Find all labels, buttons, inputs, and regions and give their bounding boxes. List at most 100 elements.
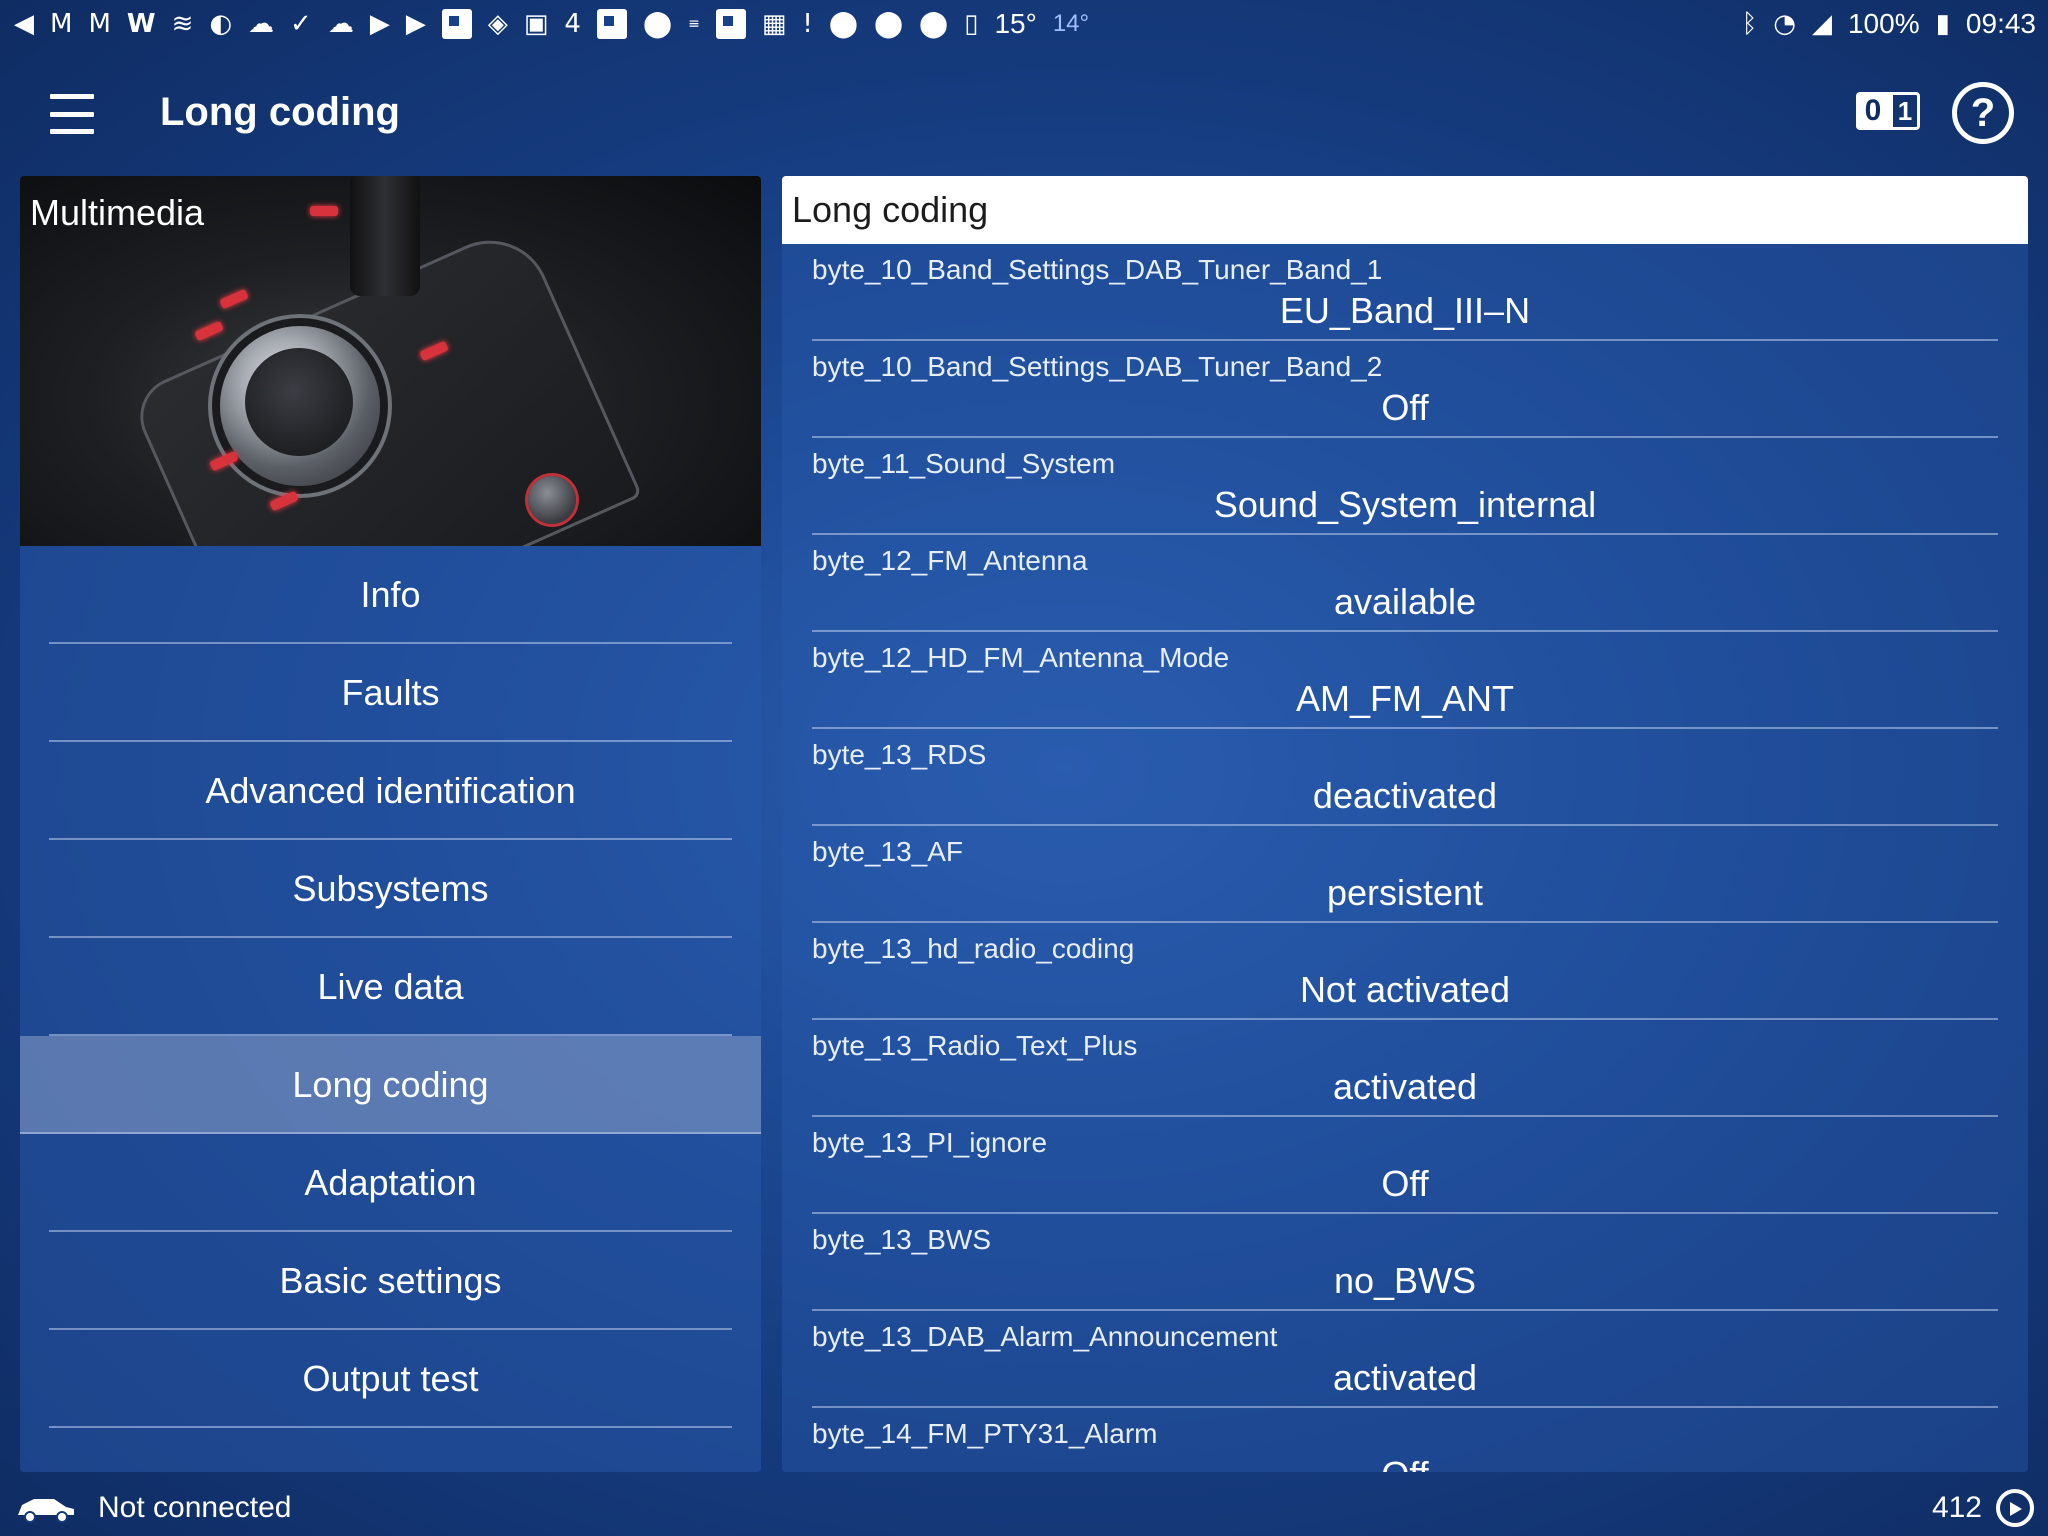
binary-one-icon: 1 xyxy=(1890,92,1920,130)
coding-parameter-value: deactivated xyxy=(1312,775,1498,816)
menu-item[interactable]: Subsystems xyxy=(20,840,761,938)
menu-item[interactable]: Live data xyxy=(20,938,761,1036)
calendar-icon: ▦ xyxy=(761,9,787,39)
binary-zero-icon: 0 xyxy=(1856,92,1890,130)
menu-item-label: Info xyxy=(360,574,421,615)
module-panel: Multimedia Info Faults Advanced identifica… xyxy=(20,176,761,1472)
weather-temp-low: 14° xyxy=(1052,10,1090,37)
layers-icon: ≋ xyxy=(171,9,194,39)
coding-parameter-name: byte_13_RDS xyxy=(812,739,987,770)
menu-item-label: Faults xyxy=(341,672,440,713)
gmail-icon: M xyxy=(88,9,111,39)
module-menu: Info Faults Advanced identification Subsyst… xyxy=(20,546,761,1428)
panel-title: Long coding xyxy=(792,189,989,230)
location-icon: ⬤ xyxy=(828,9,858,39)
status-bar: ◀ M M W ≋ ◐ ☁ ✓ ☁ ▶ ▶ ◈ ▣ 4 ⬤ ≡ ▦ ! ⬤ ⬤ … xyxy=(0,0,2048,48)
counter: 412 xyxy=(1932,1489,2034,1527)
coding-parameter-name: byte_13_BWS xyxy=(812,1224,991,1255)
refresh-icon[interactable] xyxy=(1996,1489,2034,1527)
menu-item-label: Advanced identification xyxy=(205,770,576,811)
coding-parameter-value: persistent xyxy=(1326,872,1484,913)
youtube-icon: ▶ xyxy=(405,9,426,39)
battery-percent: 100% xyxy=(1847,8,1920,39)
gmail-icon: M xyxy=(50,9,73,39)
counter-value: 412 xyxy=(1931,1491,1982,1524)
menu-item[interactable]: Advanced identification xyxy=(20,742,761,840)
coding-parameter-name: byte_13_Radio_Text_Plus xyxy=(812,1030,1138,1061)
signal-icon: ◢ xyxy=(1811,9,1832,39)
coding-parameter-name: byte_13_PI_ignore xyxy=(812,1127,1048,1158)
page-title: Long coding xyxy=(160,90,400,134)
coding-parameter-name: byte_13_hd_radio_coding xyxy=(812,933,1135,964)
coding-parameter-name: byte_12_HD_FM_Antenna_Mode xyxy=(812,642,1230,673)
notification-icons: ◀ M M W ≋ ◐ ☁ ✓ ☁ ▶ ▶ ◈ ▣ 4 ⬤ ≡ ▦ ! ⬤ ⬤ … xyxy=(14,8,1089,40)
coding-row[interactable]: byte_12_HD_FM_Antenna_Mode AM_FM_ANT xyxy=(812,632,1998,729)
coding-row[interactable]: byte_10_Band_Settings_DAB_Tuner_Band_1 EU… xyxy=(812,244,1998,341)
app-bar: Long coding 0 1 ? xyxy=(0,48,2048,178)
coding-parameter-value: no_BWS xyxy=(1333,1260,1477,1301)
rotary-knob-top xyxy=(245,348,353,456)
flipboard-icon xyxy=(441,9,472,39)
menu-item[interactable]: Long coding xyxy=(20,1036,761,1134)
menu-item-label: Long coding xyxy=(292,1064,489,1105)
volume-icon: ◀ xyxy=(14,9,34,39)
flipboard-icon xyxy=(596,9,627,39)
coding-row[interactable]: byte_11_Sound_System Sound_System_interna… xyxy=(812,438,1998,535)
coding-row[interactable]: byte_13_PI_ignore Off xyxy=(812,1117,1998,1214)
bluetooth-icon: ᛒ xyxy=(1741,9,1758,39)
red-button-light xyxy=(194,320,224,342)
coding-row[interactable]: byte_13_RDS deactivated xyxy=(812,729,1998,826)
bbc-news-icon: ≡ xyxy=(688,16,700,32)
coding-row[interactable]: byte_13_DAB_Alarm_Announcement activated xyxy=(812,1311,1998,1408)
coding-list[interactable]: byte_10_Band_Settings_DAB_Tuner_Band_1 EU… xyxy=(812,244,1998,1472)
coding-row[interactable]: byte_13_BWS no_BWS xyxy=(812,1214,1998,1311)
coding-parameter-value: available xyxy=(1333,581,1477,622)
coding-parameter-value: Sound_System_internal xyxy=(1213,484,1597,525)
menu-item[interactable]: Adaptation xyxy=(20,1134,761,1232)
coding-parameter-name: byte_10_Band_Settings_DAB_Tuner_Band_2 xyxy=(812,351,1383,382)
youtube-icon: ▶ xyxy=(369,9,390,39)
long-coding-panel: Long coding byte_10_Band_Settings_DAB_Tu… xyxy=(782,176,2028,1472)
coding-row[interactable]: byte_13_AF persistent xyxy=(812,826,1998,923)
help-icon[interactable]: ? xyxy=(1952,82,2014,144)
check-icon: ✓ xyxy=(290,9,312,39)
location-icon: ⬤ xyxy=(642,9,673,39)
coding-parameter-value: Off xyxy=(1381,387,1429,428)
image-icon: ▣ xyxy=(523,9,549,39)
hamburger-menu-icon[interactable] xyxy=(50,94,94,134)
location-icon: ⬤ xyxy=(873,9,904,39)
menu-item-label: Basic settings xyxy=(279,1260,502,1301)
cloud-sync-icon: ☁ xyxy=(248,9,275,39)
coding-row[interactable]: byte_13_Radio_Text_Plus activated xyxy=(812,1020,1998,1117)
car-icon xyxy=(18,1499,74,1523)
coding-row[interactable]: byte_13_hd_radio_coding Not activated xyxy=(812,923,1998,1020)
channel4-icon: 4 xyxy=(564,9,581,39)
cloud-icon: ☁ xyxy=(327,9,354,39)
multimedia-controller-image: Multimedia xyxy=(20,176,761,546)
coding-parameter-value: activated xyxy=(1332,1066,1478,1107)
coding-row[interactable]: byte_14_FM_PTY31_Alarm Off xyxy=(812,1408,1998,1472)
globe-icon: ◐ xyxy=(209,9,233,39)
menu-item[interactable]: Info xyxy=(20,546,761,644)
gear-shifter xyxy=(350,176,420,296)
connection-status-text: Not connected xyxy=(98,1491,292,1524)
menu-item-label: Adaptation xyxy=(304,1162,477,1203)
coding-parameter-name: byte_12_FM_Antenna xyxy=(812,545,1088,576)
menu-item[interactable]: Basic settings xyxy=(20,1232,761,1330)
coding-parameter-value: EU_Band_III–N xyxy=(1279,290,1531,331)
coding-parameter-value: Off xyxy=(1381,1163,1429,1204)
coding-parameter-name: byte_11_Sound_System xyxy=(812,448,1116,479)
app-icon: ◈ xyxy=(487,9,508,39)
flipboard-icon xyxy=(715,9,746,39)
wifi-icon: ◔ xyxy=(1773,9,1796,39)
connection-status: Not connected xyxy=(14,1491,291,1525)
menu-item[interactable]: Faults xyxy=(20,644,761,742)
alert-icon: ! xyxy=(802,9,813,39)
dictionary-icon: ▯ xyxy=(964,9,979,39)
menu-item[interactable]: Output test xyxy=(20,1330,761,1428)
coding-row[interactable]: byte_10_Band_Settings_DAB_Tuner_Band_2 Of… xyxy=(812,341,1998,438)
binary-display-toggle[interactable]: 0 1 xyxy=(1856,92,1920,130)
coding-row[interactable]: byte_12_FM_Antenna available xyxy=(812,535,1998,632)
coding-parameter-name: byte_10_Band_Settings_DAB_Tuner_Band_1 xyxy=(812,254,1383,285)
menu-item-label: Live data xyxy=(317,966,464,1007)
